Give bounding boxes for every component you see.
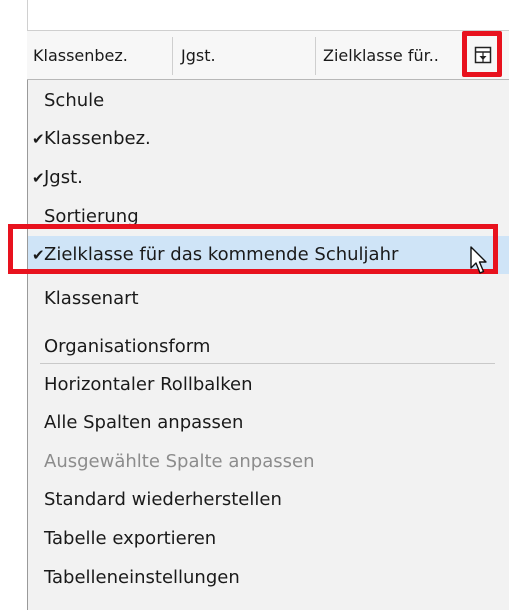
menu-item-label: Horizontaler Rollbalken (44, 374, 253, 395)
menu-item-restore-default[interactable]: Standard wiederherstellen (28, 481, 509, 519)
table-area-top (0, 0, 509, 30)
menu-item-export-table[interactable]: Tabelle exportieren (28, 520, 509, 558)
mouse-cursor-icon (470, 246, 487, 274)
menu-item-jgst[interactable]: ✔ Jgst. (28, 159, 509, 197)
menu-item-organisationsform[interactable]: Organisationsform (28, 328, 509, 366)
table-left-border (27, 0, 28, 30)
column-chooser-highlight (462, 31, 502, 77)
selected-item-highlight (8, 224, 498, 274)
column-header-jgst[interactable]: Jgst. (181, 31, 216, 80)
menu-item-label: Alle Spalten anpassen (44, 412, 244, 433)
column-context-menu: Schule ✔ Klassenbez. ✔ Jgst. Sortierung … (27, 80, 509, 610)
menu-item-table-settings[interactable]: Tabelleneinstellungen (28, 559, 509, 597)
menu-item-label: Jgst. (44, 167, 83, 188)
menu-item-label: Tabelle exportieren (44, 528, 217, 549)
menu-item-schule[interactable]: Schule (28, 82, 509, 120)
column-separator[interactable] (172, 37, 173, 75)
menu-item-label: Klassenart (44, 288, 139, 309)
menu-item-label: Tabelleneinstellungen (44, 567, 240, 588)
menu-item-fit-selected-column: Ausgewählte Spalte anpassen (28, 443, 509, 481)
menu-item-label: Schule (44, 90, 105, 111)
menu-item-label: Klassenbez. (44, 128, 151, 149)
table-header: Klassenbez. Jgst. Zielklasse für.. (27, 30, 509, 80)
menu-item-label: Ausgewählte Spalte anpassen (44, 451, 315, 472)
menu-item-klassenbez[interactable]: ✔ Klassenbez. (28, 120, 509, 158)
menu-item-horizontal-scrollbar[interactable]: Horizontaler Rollbalken (28, 366, 509, 404)
column-header-zielklasse[interactable]: Zielklasse für.. (323, 31, 439, 80)
menu-item-klassenart[interactable]: Klassenart (28, 280, 509, 318)
menu-item-label: Organisationsform (44, 336, 211, 357)
column-header-klassenbez[interactable]: Klassenbez. (33, 31, 128, 80)
menu-item-label: Standard wiederherstellen (44, 489, 282, 510)
menu-separator (40, 363, 495, 364)
column-separator[interactable] (315, 37, 316, 75)
menu-item-fit-all-columns[interactable]: Alle Spalten anpassen (28, 404, 509, 442)
